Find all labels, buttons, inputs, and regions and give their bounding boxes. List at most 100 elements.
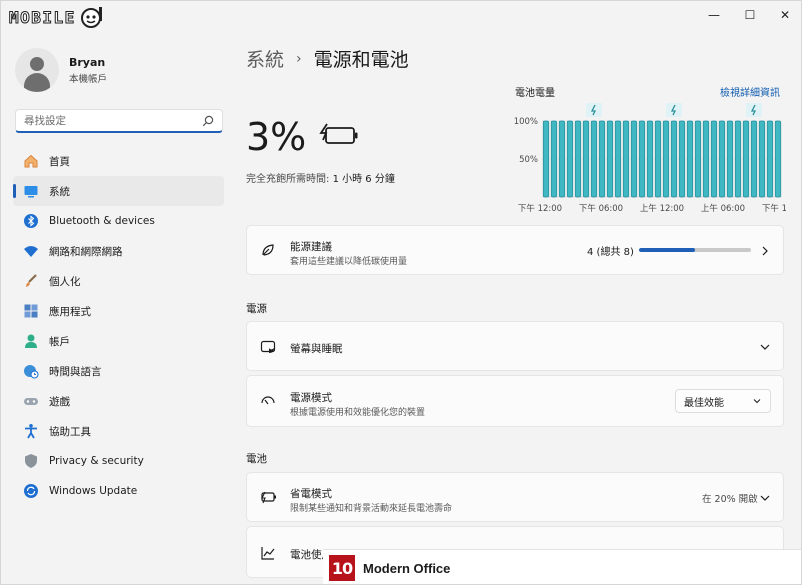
mobile01-logo: MOBILE — [9, 5, 104, 29]
sidebar-nav: 首頁 系統 Bluetooth & devices 網路和網際網路 個人化 應用… — [13, 146, 224, 506]
chart-y-tick-label: 50% — [519, 155, 538, 165]
power-suggestions-card[interactable]: 能源建議 套用這些建議以降低碳使用量 4 (總共 8) — [246, 225, 784, 275]
chart-bar — [646, 120, 654, 198]
main-content: 系統 › 電源和電池 3% 完全充飽所需時間: 1 小時 6 分鐘 電池電量 檢… — [246, 31, 786, 584]
battery-saver-card[interactable]: 省電模式 限制某些通知和背景活動來延長電池壽命 在 20% 開啟 — [246, 472, 784, 522]
chart-x-tick-label: 下午 12:00 — [762, 203, 786, 214]
close-icon: ✕ — [779, 8, 791, 22]
sidebar-item-label: 個人化 — [49, 275, 81, 288]
search-box[interactable] — [15, 109, 223, 133]
battery-level-chart[interactable]: 100% 50% 下午 12:00 下午 06:00 上午 12:00 上午 06:00 下… — [512, 103, 786, 215]
chart-bar — [550, 120, 558, 198]
sidebar-item-label: 協助工具 — [49, 425, 91, 438]
chart-title: 電池電量 — [515, 88, 555, 99]
profile-name: Bryan — [69, 55, 106, 69]
sidebar-item-accessibility[interactable]: 協助工具 — [13, 416, 224, 446]
sidebar-item-label: Windows Update — [49, 485, 138, 497]
battery-saver-title: 省電模式 — [290, 488, 332, 500]
chart-bar — [638, 120, 646, 198]
power-suggestions-count: 4 (總共 8) — [587, 247, 634, 258]
update-icon — [23, 483, 39, 499]
power-mode-card: 電源模式 根據電源使用和效能優化您的裝置 最佳效能 — [246, 375, 784, 427]
sidebar-item-privacy[interactable]: Privacy & security — [13, 446, 224, 476]
power-mode-icon — [259, 393, 277, 411]
sidebar-item-label: 應用程式 — [49, 305, 91, 318]
chart-bar — [598, 120, 606, 198]
sidebar-item-label: 時間與語言 — [49, 365, 102, 378]
sidebar-item-bluetooth[interactable]: Bluetooth & devices — [13, 206, 224, 236]
power-section-label: 電源 — [246, 303, 267, 315]
sidebar-item-apps[interactable]: 應用程式 — [13, 296, 224, 326]
avatar — [15, 48, 59, 92]
sidebar-item-label: 系統 — [49, 185, 70, 198]
power-mode-subtitle: 根據電源使用和效能優化您的裝置 — [290, 408, 426, 418]
sidebar-item-gaming[interactable]: 遊戲 — [13, 386, 224, 416]
chevron-down-icon — [760, 344, 770, 350]
chart-bar — [590, 120, 598, 198]
search-input[interactable] — [24, 114, 202, 127]
progress-fill — [639, 248, 695, 252]
sidebar-item-home[interactable]: 首頁 — [13, 146, 224, 176]
chart-y-tick-label: 100% — [514, 117, 538, 127]
chart-bar — [574, 120, 582, 198]
sidebar-item-label: 遊戲 — [49, 395, 70, 408]
screen-sleep-card[interactable]: 螢幕與睡眠 — [246, 321, 784, 371]
modern-office-watermark: 10 Modern Office — [323, 549, 801, 584]
chevron-down-icon — [760, 495, 770, 501]
wifi-icon — [23, 243, 39, 259]
chart-bar — [710, 120, 718, 198]
power-mode-dropdown[interactable]: 最佳效能 — [675, 389, 771, 413]
minimize-button[interactable]: — — [696, 1, 732, 29]
battery-saver-subtitle: 限制某些通知和背景活動來延長電池壽命 — [290, 504, 453, 514]
account-icon — [23, 333, 39, 349]
view-details-link[interactable]: 檢視詳細資訊 — [720, 84, 780, 99]
modern-office-logo: 10 — [329, 555, 355, 581]
chart-x-tick-label: 下午 06:00 — [579, 203, 623, 214]
sidebar-item-system[interactable]: 系統 — [13, 176, 224, 206]
battery-saver-status: 在 20% 開啟 — [702, 494, 758, 505]
battery-charging-icon — [319, 123, 358, 144]
chart-bar — [606, 120, 614, 198]
sidebar-item-time-language[interactable]: 時間與語言 — [13, 356, 224, 386]
home-icon — [23, 153, 39, 169]
close-button[interactable]: ✕ — [767, 1, 801, 29]
chart-x-tick-label: 上午 12:00 — [640, 203, 684, 214]
chart-bar — [750, 120, 758, 198]
usage-chart-icon — [259, 544, 277, 562]
charging-marker-bg — [746, 103, 762, 117]
globe-clock-icon — [23, 363, 39, 379]
breadcrumb: 系統 › 電源和電池 — [246, 45, 409, 72]
title-bar: MOBILE — ☐ ✕ — [1, 1, 801, 31]
charging-marker-bg — [586, 103, 602, 117]
chevron-down-icon — [753, 399, 761, 404]
sidebar-item-accounts[interactable]: 帳戶 — [13, 326, 224, 356]
maximize-button[interactable]: ☐ — [732, 1, 768, 29]
chart-bar — [630, 120, 638, 198]
power-suggestions-progress — [639, 248, 751, 252]
sidebar-item-label: 網路和網際網路 — [49, 245, 123, 258]
chart-bar — [742, 120, 750, 198]
breadcrumb-parent[interactable]: 系統 — [246, 45, 284, 72]
leaf-recommendation-icon — [259, 241, 277, 259]
sidebar-item-personalization[interactable]: 個人化 — [13, 266, 224, 296]
chart-bar — [718, 120, 726, 198]
sidebar-item-network[interactable]: 網路和網際網路 — [13, 236, 224, 266]
power-mode-title: 電源模式 — [290, 392, 332, 404]
minimize-icon: — — [708, 8, 720, 22]
chart-x-tick-label: 下午 12:00 — [518, 203, 562, 214]
user-profile[interactable]: Bryan 本機帳戶 — [15, 45, 225, 95]
sidebar-item-windows-update[interactable]: Windows Update — [13, 476, 224, 506]
breadcrumb-separator: › — [296, 50, 302, 67]
system-icon — [23, 183, 39, 199]
gamepad-icon — [23, 393, 39, 409]
page-title: 電源和電池 — [313, 49, 409, 71]
screen-sleep-title: 螢幕與睡眠 — [290, 343, 343, 355]
battery-section-label: 電池 — [246, 453, 267, 465]
chart-bar — [614, 120, 622, 198]
chevron-right-icon — [762, 246, 768, 256]
search-icon — [202, 115, 214, 126]
chart-bar — [582, 120, 590, 198]
maximize-icon: ☐ — [744, 8, 756, 22]
logo-mark-icon — [80, 7, 102, 28]
chart-bar — [654, 120, 662, 198]
